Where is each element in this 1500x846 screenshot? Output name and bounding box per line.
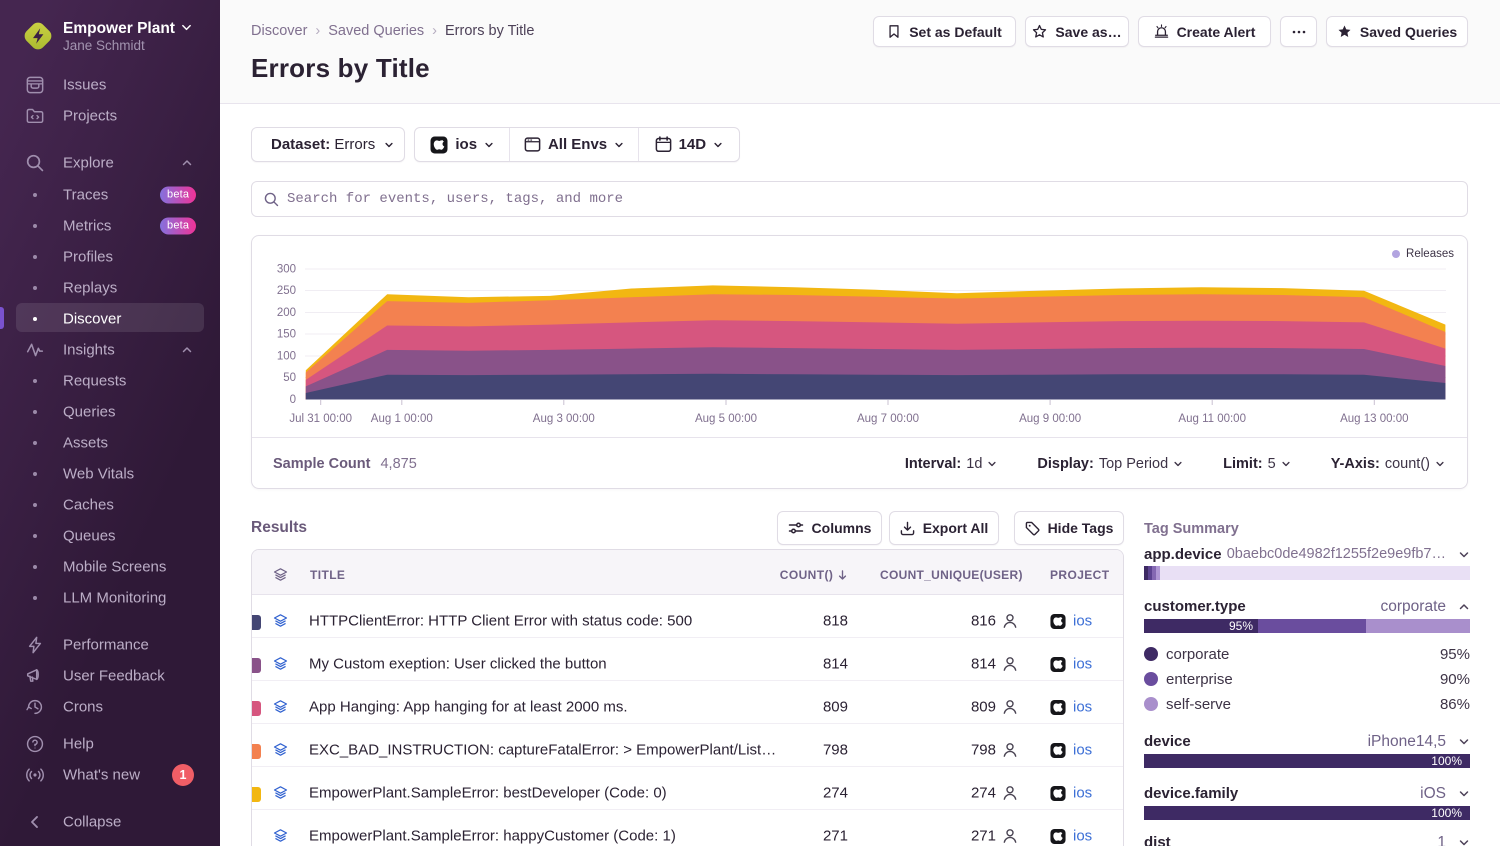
- svg-text:Jul 31 00:00: Jul 31 00:00: [289, 413, 352, 425]
- svg-text:Aug 3 00:00: Aug 3 00:00: [533, 413, 595, 425]
- svg-text:50: 50: [283, 372, 296, 384]
- svg-text:200: 200: [277, 307, 296, 319]
- svg-text:250: 250: [277, 285, 296, 297]
- svg-text:150: 150: [277, 329, 296, 341]
- svg-text:Aug 5 00:00: Aug 5 00:00: [695, 413, 757, 425]
- svg-text:Aug 7 00:00: Aug 7 00:00: [857, 413, 919, 425]
- svg-text:0: 0: [290, 394, 296, 406]
- svg-text:Aug 9 00:00: Aug 9 00:00: [1019, 413, 1081, 425]
- svg-text:Aug 11 00:00: Aug 11 00:00: [1178, 413, 1246, 425]
- svg-text:300: 300: [277, 264, 296, 276]
- svg-text:100: 100: [277, 351, 296, 363]
- svg-text:Aug 1 00:00: Aug 1 00:00: [371, 413, 433, 425]
- svg-text:Aug 13 00:00: Aug 13 00:00: [1340, 413, 1408, 425]
